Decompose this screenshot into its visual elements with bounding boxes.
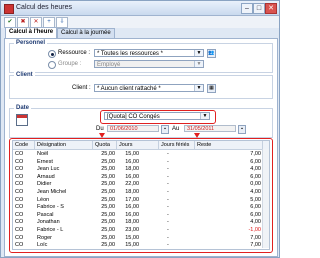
cell-code: CO — [15, 242, 24, 249]
col-quota[interactable]: Quota — [93, 141, 117, 149]
du-date-field[interactable]: 01/06/2010 — [107, 125, 159, 132]
people-icon[interactable]: 👥 — [207, 49, 216, 58]
minimize-icon[interactable]: – — [241, 3, 253, 14]
chevron-down-icon: ▼ — [194, 50, 203, 56]
tab-calcul-heure[interactable]: Calcul à l'heure — [5, 27, 58, 38]
ressource-label: Ressource : — [58, 50, 91, 56]
groupe-radio[interactable] — [48, 61, 56, 69]
client-select[interactable]: * Aucun client rattaché * ▼ — [94, 84, 204, 92]
date-group: Date [Quota] CO Congés ▼ Du 01/06/2010 ▪… — [9, 105, 273, 138]
close-window-icon[interactable]: ✕ — [265, 3, 277, 14]
au-date-field[interactable]: 31/05/2011 — [184, 125, 236, 132]
client-select-value: * Aucun client rattaché * — [97, 86, 161, 92]
col-designation[interactable]: Désignation — [35, 141, 93, 149]
chevron-down-icon: ▼ — [194, 61, 203, 67]
client-group: Client Client : * Aucun client rattaché … — [9, 72, 273, 99]
window-title: Calcul des heures — [16, 4, 73, 11]
col-code[interactable]: Code — [13, 141, 35, 149]
groupe-select-value: Employé — [97, 62, 121, 68]
quota-table: Code Désignation Quota Jours Jours férié… — [12, 140, 270, 250]
cell-designation: Loïc — [37, 242, 48, 249]
quota-marker-icon — [99, 133, 105, 138]
table-scrollbar[interactable] — [262, 149, 269, 248]
groupe-select[interactable]: Employé ▼ — [94, 60, 204, 68]
chevron-down-icon: ▼ — [194, 85, 203, 91]
cell-jours: 15,00 — [125, 242, 139, 249]
client-label: Client : — [72, 85, 91, 91]
cell-quota: 25,00 — [101, 242, 115, 249]
cell-jours-feries: - — [167, 242, 169, 249]
cell-reste: 7,00 — [250, 242, 261, 249]
ressource-radio[interactable] — [48, 50, 56, 58]
chevron-down-icon: ▼ — [200, 113, 209, 119]
col-reste[interactable]: Reste — [195, 141, 263, 149]
col-jours-feries[interactable]: Jours fériés — [159, 141, 195, 149]
personnel-title: Personnel — [14, 40, 48, 46]
personnel-group: Personnel Ressource : * Toutes les resso… — [9, 40, 273, 73]
export-icon[interactable]: ⇩ — [56, 17, 68, 28]
groupe-label: Groupe : — [58, 61, 82, 67]
date-title: Date — [14, 105, 32, 111]
quota-select-value: [Quota] CO Congés — [107, 114, 160, 120]
du-label: Du — [96, 126, 104, 132]
calendar-icon — [16, 114, 28, 126]
quota-select[interactable]: [Quota] CO Congés ▼ — [104, 112, 210, 120]
ressource-select-value: * Toutes les ressources * — [97, 51, 163, 57]
table-header: Code Désignation Quota Jours Jours férié… — [13, 141, 269, 150]
title-bar: Calcul des heures – □ ✕ — [1, 1, 279, 16]
maximize-icon[interactable]: □ — [253, 3, 265, 14]
calcul-des-heures-window: Calcul des heures – □ ✕ ✔ ✖ ✕ + ⇩ Calcul… — [0, 0, 280, 258]
au-calendar-icon[interactable]: ▪ — [238, 125, 246, 134]
du-calendar-icon[interactable]: ▪ — [161, 125, 169, 134]
tab-panel: Personnel Ressource : * Toutes les resso… — [4, 38, 278, 257]
grid-icon[interactable]: ▦ — [207, 84, 216, 93]
col-jours[interactable]: Jours — [117, 141, 159, 149]
au-label: Au — [172, 126, 180, 132]
app-icon — [4, 4, 14, 14]
tab-calcul-journee[interactable]: Calcul à la journée — [57, 28, 115, 38]
reste-marker-icon — [194, 133, 200, 138]
ressource-select[interactable]: * Toutes les ressources * ▼ — [94, 49, 204, 57]
client-title: Client — [14, 72, 35, 78]
table-row[interactable]: CO Loïc 25,00 15,00 - 7,00 — [13, 241, 269, 249]
